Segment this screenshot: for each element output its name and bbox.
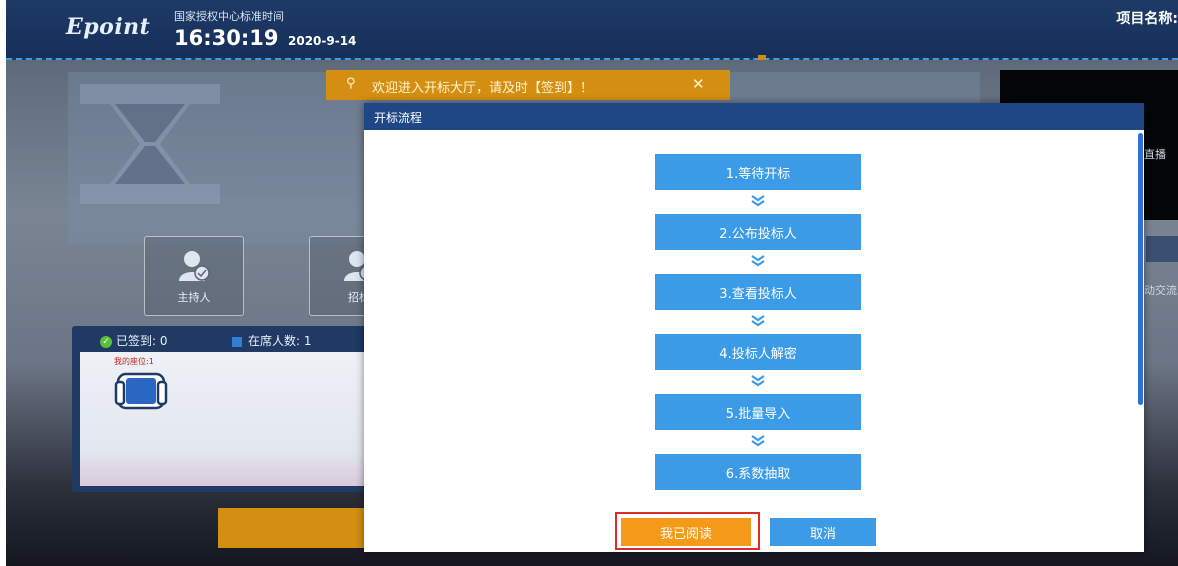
step-3[interactable]: 3.查看投标人 xyxy=(655,274,861,310)
hourglass-icon xyxy=(80,84,220,204)
welcome-text: 欢迎进入开标大厅，请及时【签到】！ xyxy=(372,81,594,96)
chevron-double-down-icon xyxy=(751,195,765,207)
project-name-label: 项目名称: xyxy=(1116,11,1178,27)
modal-scrollbar[interactable] xyxy=(1138,133,1143,405)
location-pin-icon: ⚲ xyxy=(346,76,356,91)
chevron-double-down-icon xyxy=(751,375,765,387)
step-4[interactable]: 4.投标人解密 xyxy=(655,334,861,370)
seat-panel: ✓ 已签到: 0 在席人数: 1 我的座位:1 xyxy=(72,326,372,492)
step-6[interactable]: 6.系数抽取 xyxy=(655,454,861,490)
clock-time: 16:30:19 xyxy=(174,26,279,50)
right-tab-strip xyxy=(1146,236,1178,262)
online-count: 在席人数: 1 xyxy=(232,332,312,349)
chevron-double-down-icon xyxy=(751,435,765,447)
seat-icon[interactable] xyxy=(114,370,168,412)
role-label-host: 主持人 xyxy=(177,291,211,304)
confirm-read-button[interactable]: 我已阅读 xyxy=(621,518,751,546)
clock-date: 2020-9-14 xyxy=(288,34,357,48)
step-1[interactable]: 1.等待开标 xyxy=(655,154,861,190)
seat-area: 我的座位:1 xyxy=(80,352,372,486)
welcome-banner: ⚲ 欢迎进入开标大厅，请及时【签到】！ ✕ xyxy=(326,70,730,100)
online-square-icon xyxy=(232,336,242,347)
cancel-button[interactable]: 取消 xyxy=(770,518,876,546)
live-label: 直播 xyxy=(1144,148,1166,161)
step-5[interactable]: 5.批量导入 xyxy=(655,394,861,430)
epoint-logo: Epoint xyxy=(66,14,151,40)
modal-title: 开标流程 xyxy=(374,111,423,125)
chevron-double-down-icon xyxy=(751,315,765,327)
header: Epoint 国家授权中心标准时间 16:30:19 2020-9-14 项目名… xyxy=(6,0,1178,60)
modal-title-bar: 开标流程 xyxy=(364,103,1144,130)
close-icon[interactable]: ✕ xyxy=(692,75,705,93)
online-label: 在席人数: 1 xyxy=(248,334,312,348)
chevron-double-down-icon xyxy=(751,255,765,267)
process-modal: 开标流程 1.等待开标 2.公布投标人 3.查看投标人 4.投标人解密 5.批量… xyxy=(364,103,1144,552)
check-icon: ✓ xyxy=(100,335,112,348)
time-caption: 国家授权中心标准时间 xyxy=(174,10,284,23)
sign-in-button-partial[interactable] xyxy=(218,508,378,548)
role-card-host[interactable]: 主持人 xyxy=(144,236,244,316)
interaction-label: 动交流 xyxy=(1144,284,1177,297)
signed-count: ✓ 已签到: 0 xyxy=(100,332,168,349)
step-2[interactable]: 2.公布投标人 xyxy=(655,214,861,250)
person-icon xyxy=(179,251,210,281)
app-window: Epoint 国家授权中心标准时间 16:30:19 2020-9-14 项目名… xyxy=(6,0,1178,566)
my-seat-label: 我的座位:1 xyxy=(114,357,154,366)
signed-label: 已签到: 0 xyxy=(116,334,168,348)
